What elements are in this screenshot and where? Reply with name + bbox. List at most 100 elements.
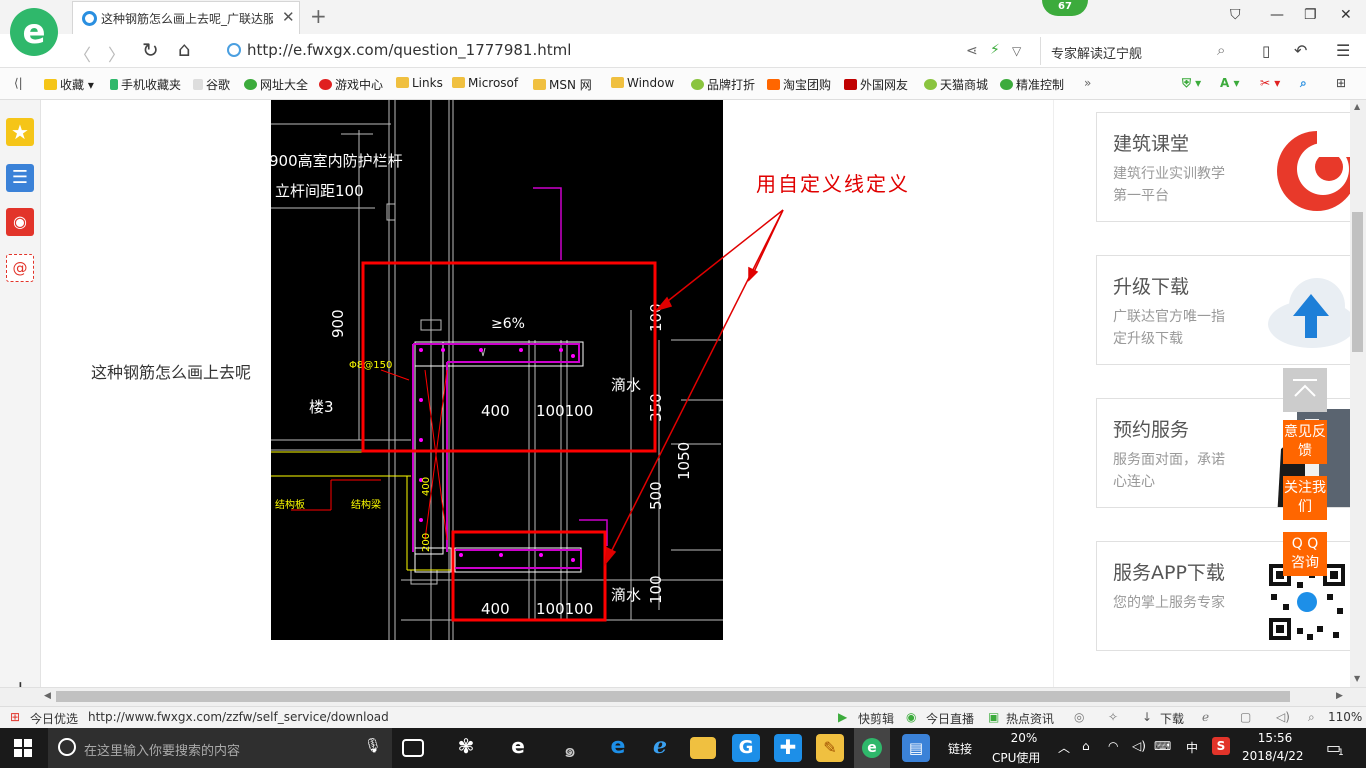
mobile-icon[interactable]: ▯ — [1262, 42, 1270, 60]
bookmark-item[interactable]: 游戏中心 — [319, 76, 383, 93]
glodon-app-icon[interactable]: G — [732, 734, 760, 762]
apps-icon[interactable]: ⊞ — [1336, 76, 1346, 90]
speaker-icon[interactable]: ◁) — [1132, 739, 1146, 753]
keyboard-icon[interactable]: ⌨ — [1154, 739, 1171, 753]
hot-news[interactable]: 热点资讯 — [1006, 710, 1054, 727]
feedback-button[interactable]: 意见反馈 — [1283, 420, 1327, 464]
bookmark-item[interactable]: 淘宝团购 — [767, 76, 831, 93]
download-icon: ↓ — [1142, 710, 1153, 724]
tray-expand-icon[interactable]: ︿ — [1058, 739, 1070, 756]
vertical-scroll-thumb[interactable] — [1352, 212, 1363, 352]
pin-icon[interactable]: ✧ — [1108, 710, 1118, 724]
window-app-icon[interactable]: ▤ — [902, 734, 930, 762]
refresh-icon[interactable]: ↻ — [142, 38, 159, 62]
shirt-icon[interactable]: ⛉ — [1230, 7, 1241, 23]
magnifier-icon[interactable]: ⌕ — [1300, 76, 1307, 91]
download-button[interactable]: 下载 — [1160, 710, 1184, 727]
edge-icon[interactable]: e — [604, 734, 632, 762]
bookmark-item[interactable]: Microsof — [452, 76, 518, 90]
taskbar-link-label[interactable]: 链接 — [948, 740, 972, 757]
quick-edit[interactable]: 快剪辑 — [858, 710, 894, 727]
translate-icon[interactable]: A ▾ — [1220, 76, 1240, 90]
volume-icon[interactable]: ◁) — [1276, 710, 1290, 724]
undo-icon[interactable]: ↶ — [1294, 41, 1307, 60]
collapse-icon[interactable]: ⟨| — [14, 76, 23, 90]
more-bookmarks-icon[interactable]: » — [1084, 76, 1091, 90]
speed-icon[interactable]: ◎ — [1074, 710, 1084, 724]
notes-app-icon[interactable]: ✎ — [816, 734, 844, 762]
close-window-icon[interactable]: ✕ — [1340, 7, 1352, 23]
scroll-left-icon[interactable]: ◀ — [44, 691, 51, 701]
clock-date[interactable]: 2018/4/22 — [1242, 749, 1304, 763]
bookmark-item[interactable]: 精准控制 — [1000, 76, 1064, 93]
forward-icon[interactable]: 〉 — [108, 41, 125, 66]
search-box[interactable]: 专家解读辽宁舰 ⌕ — [1040, 37, 1240, 65]
bookmark-item[interactable]: 手机收藏夹 — [110, 76, 181, 93]
bookmark-item[interactable]: Links — [396, 76, 443, 90]
scroll-down-icon[interactable]: ▼ — [1354, 674, 1360, 683]
browser-logo-icon[interactable]: e — [10, 8, 58, 56]
reader-icon[interactable]: ☰ — [6, 164, 34, 192]
url-field[interactable]: http://e.fwxgx.com/question_1777981.html — [222, 37, 1042, 65]
browser-tab[interactable]: 这种钢筋怎么画上去呢_广联达服 ✕ — [72, 1, 300, 34]
taskbar-search[interactable]: 在这里输入你要搜索的内容 🎙 — [48, 728, 392, 768]
today-picks[interactable]: 今日优选 — [30, 710, 78, 727]
active-browser-task[interactable]: e — [854, 728, 890, 768]
share-icon[interactable]: ⋖ — [966, 43, 978, 59]
ime-indicator[interactable]: 中 — [1186, 739, 1198, 756]
ie-taskbar-icon[interactable]: ℯ — [646, 734, 674, 762]
wifi-icon[interactable]: ◠ — [1108, 739, 1118, 753]
close-tab-icon[interactable]: ✕ — [282, 8, 295, 26]
mic-icon[interactable]: 🎙 — [364, 738, 382, 754]
bookmark-item[interactable]: 外国网友 — [844, 76, 908, 93]
vertical-scrollbar[interactable]: ▲ ▼ — [1350, 100, 1366, 687]
sogou-icon[interactable]: S — [1212, 737, 1230, 755]
plus-app-icon[interactable]: ✚ — [774, 734, 802, 762]
window-icon[interactable]: ▢ — [1240, 710, 1251, 724]
weibo-icon[interactable]: ◉ — [6, 208, 34, 236]
follow-us-button[interactable]: 关注我们 — [1283, 476, 1327, 520]
horizontal-scroll-thumb[interactable] — [56, 691, 1290, 702]
card-building-class[interactable]: 建筑课堂 建筑行业实训教学第一平台 — [1096, 112, 1350, 222]
minimize-icon[interactable]: — — [1270, 7, 1284, 23]
fan-app-icon[interactable]: ✾ — [452, 734, 480, 762]
shield-icon[interactable]: ⛨ ▾ — [1182, 76, 1201, 91]
network-icon[interactable]: ⌂ — [1082, 739, 1090, 753]
qq-consult-button[interactable]: Q Q 咨询 — [1283, 532, 1327, 576]
menu-icon[interactable]: ☰ — [1336, 41, 1350, 60]
bookmark-item[interactable]: 网址大全 — [244, 76, 308, 93]
favorites-star-icon[interactable]: ★ — [6, 118, 34, 146]
swirl-app-icon[interactable]: ๑ — [556, 734, 584, 762]
lightning-icon[interactable]: ⚡ — [990, 42, 1000, 58]
zoom-level[interactable]: 110% — [1328, 710, 1362, 724]
task-view-icon[interactable] — [402, 739, 424, 757]
scroll-right-icon[interactable]: ▶ — [1336, 691, 1343, 701]
scissors-icon[interactable]: ✂ ▾ — [1260, 76, 1280, 90]
new-tab-button[interactable]: + — [310, 4, 327, 28]
home-icon[interactable]: ⌂ — [178, 37, 191, 61]
back-icon[interactable]: 〈 — [74, 41, 91, 66]
bookmark-item[interactable]: 谷歌 — [193, 76, 230, 93]
glodon-logo-icon — [1257, 123, 1350, 213]
restore-icon[interactable]: ❐ — [1304, 7, 1317, 23]
scroll-up-icon[interactable]: ▲ — [1354, 102, 1360, 111]
clock-time[interactable]: 15:56 — [1250, 731, 1300, 745]
live-today[interactable]: 今日直播 — [926, 710, 974, 727]
search-icon[interactable]: ⌕ — [1217, 41, 1225, 59]
horizontal-scrollbar[interactable]: ◀ ▶ — [0, 687, 1366, 706]
bookmark-item[interactable]: MSN 网 — [533, 76, 592, 93]
card-title: 建筑课堂 — [1113, 133, 1190, 155]
windows-start-icon[interactable] — [14, 739, 32, 760]
mail-icon[interactable]: @ — [6, 254, 34, 282]
bookmark-item[interactable]: Window — [611, 76, 674, 90]
bookmark-item[interactable]: 品牌打折 — [691, 76, 755, 93]
browser-e-icon[interactable]: e — [504, 734, 532, 762]
bookmark-item[interactable]: 收藏 ▾ — [44, 76, 94, 93]
notification-badge[interactable]: 67 — [1042, 0, 1088, 16]
file-explorer-icon[interactable] — [690, 737, 716, 759]
ie-icon[interactable]: ℯ — [1202, 710, 1209, 724]
card-upgrade-download[interactable]: 升级下载 广联达官方唯一指定升级下载 — [1096, 255, 1350, 365]
chevron-down-icon[interactable]: ▽ — [1012, 44, 1021, 58]
bookmark-item[interactable]: 天猫商城 — [924, 76, 988, 93]
back-to-top-button[interactable] — [1283, 368, 1327, 412]
